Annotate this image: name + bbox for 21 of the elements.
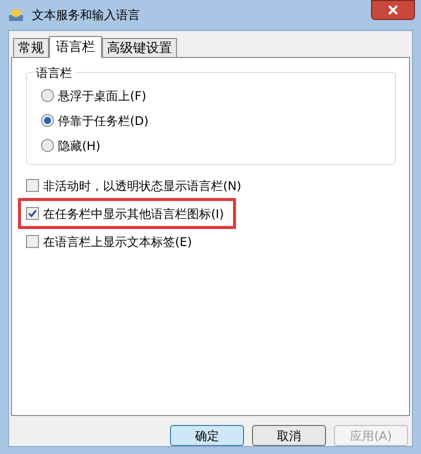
- tab[interactable]: 常规: [13, 38, 49, 57]
- checkbox-label: 在任务栏中显示其他语言栏图标(I): [43, 206, 224, 222]
- radio-label: 悬浮于桌面上(F): [58, 88, 146, 104]
- radio-button[interactable]: [41, 89, 54, 102]
- dialog-button[interactable]: 取消: [252, 425, 326, 446]
- checkbox[interactable]: [26, 207, 39, 220]
- checkbox-label: 在语言栏上显示文本标签(E): [43, 234, 192, 250]
- tab[interactable]: 语言栏: [49, 36, 102, 58]
- radio-button[interactable]: [41, 139, 54, 152]
- close-button[interactable]: [371, 0, 415, 20]
- dialog-button[interactable]: 确定: [170, 425, 244, 446]
- group-title: 语言栏: [33, 64, 75, 82]
- tab[interactable]: 高级键设置: [102, 38, 177, 57]
- window-title: 文本服务和输入语言: [32, 7, 140, 24]
- radio-label: 隐藏(H): [58, 138, 100, 154]
- close-icon: [388, 5, 398, 15]
- checkbox[interactable]: [26, 179, 39, 192]
- radio-button[interactable]: [41, 114, 54, 127]
- checkbox-label: 非活动时，以透明状态显示语言栏(N): [43, 178, 242, 194]
- radio-label: 停靠于任务栏(D): [58, 112, 149, 130]
- checkbox[interactable]: [26, 235, 39, 248]
